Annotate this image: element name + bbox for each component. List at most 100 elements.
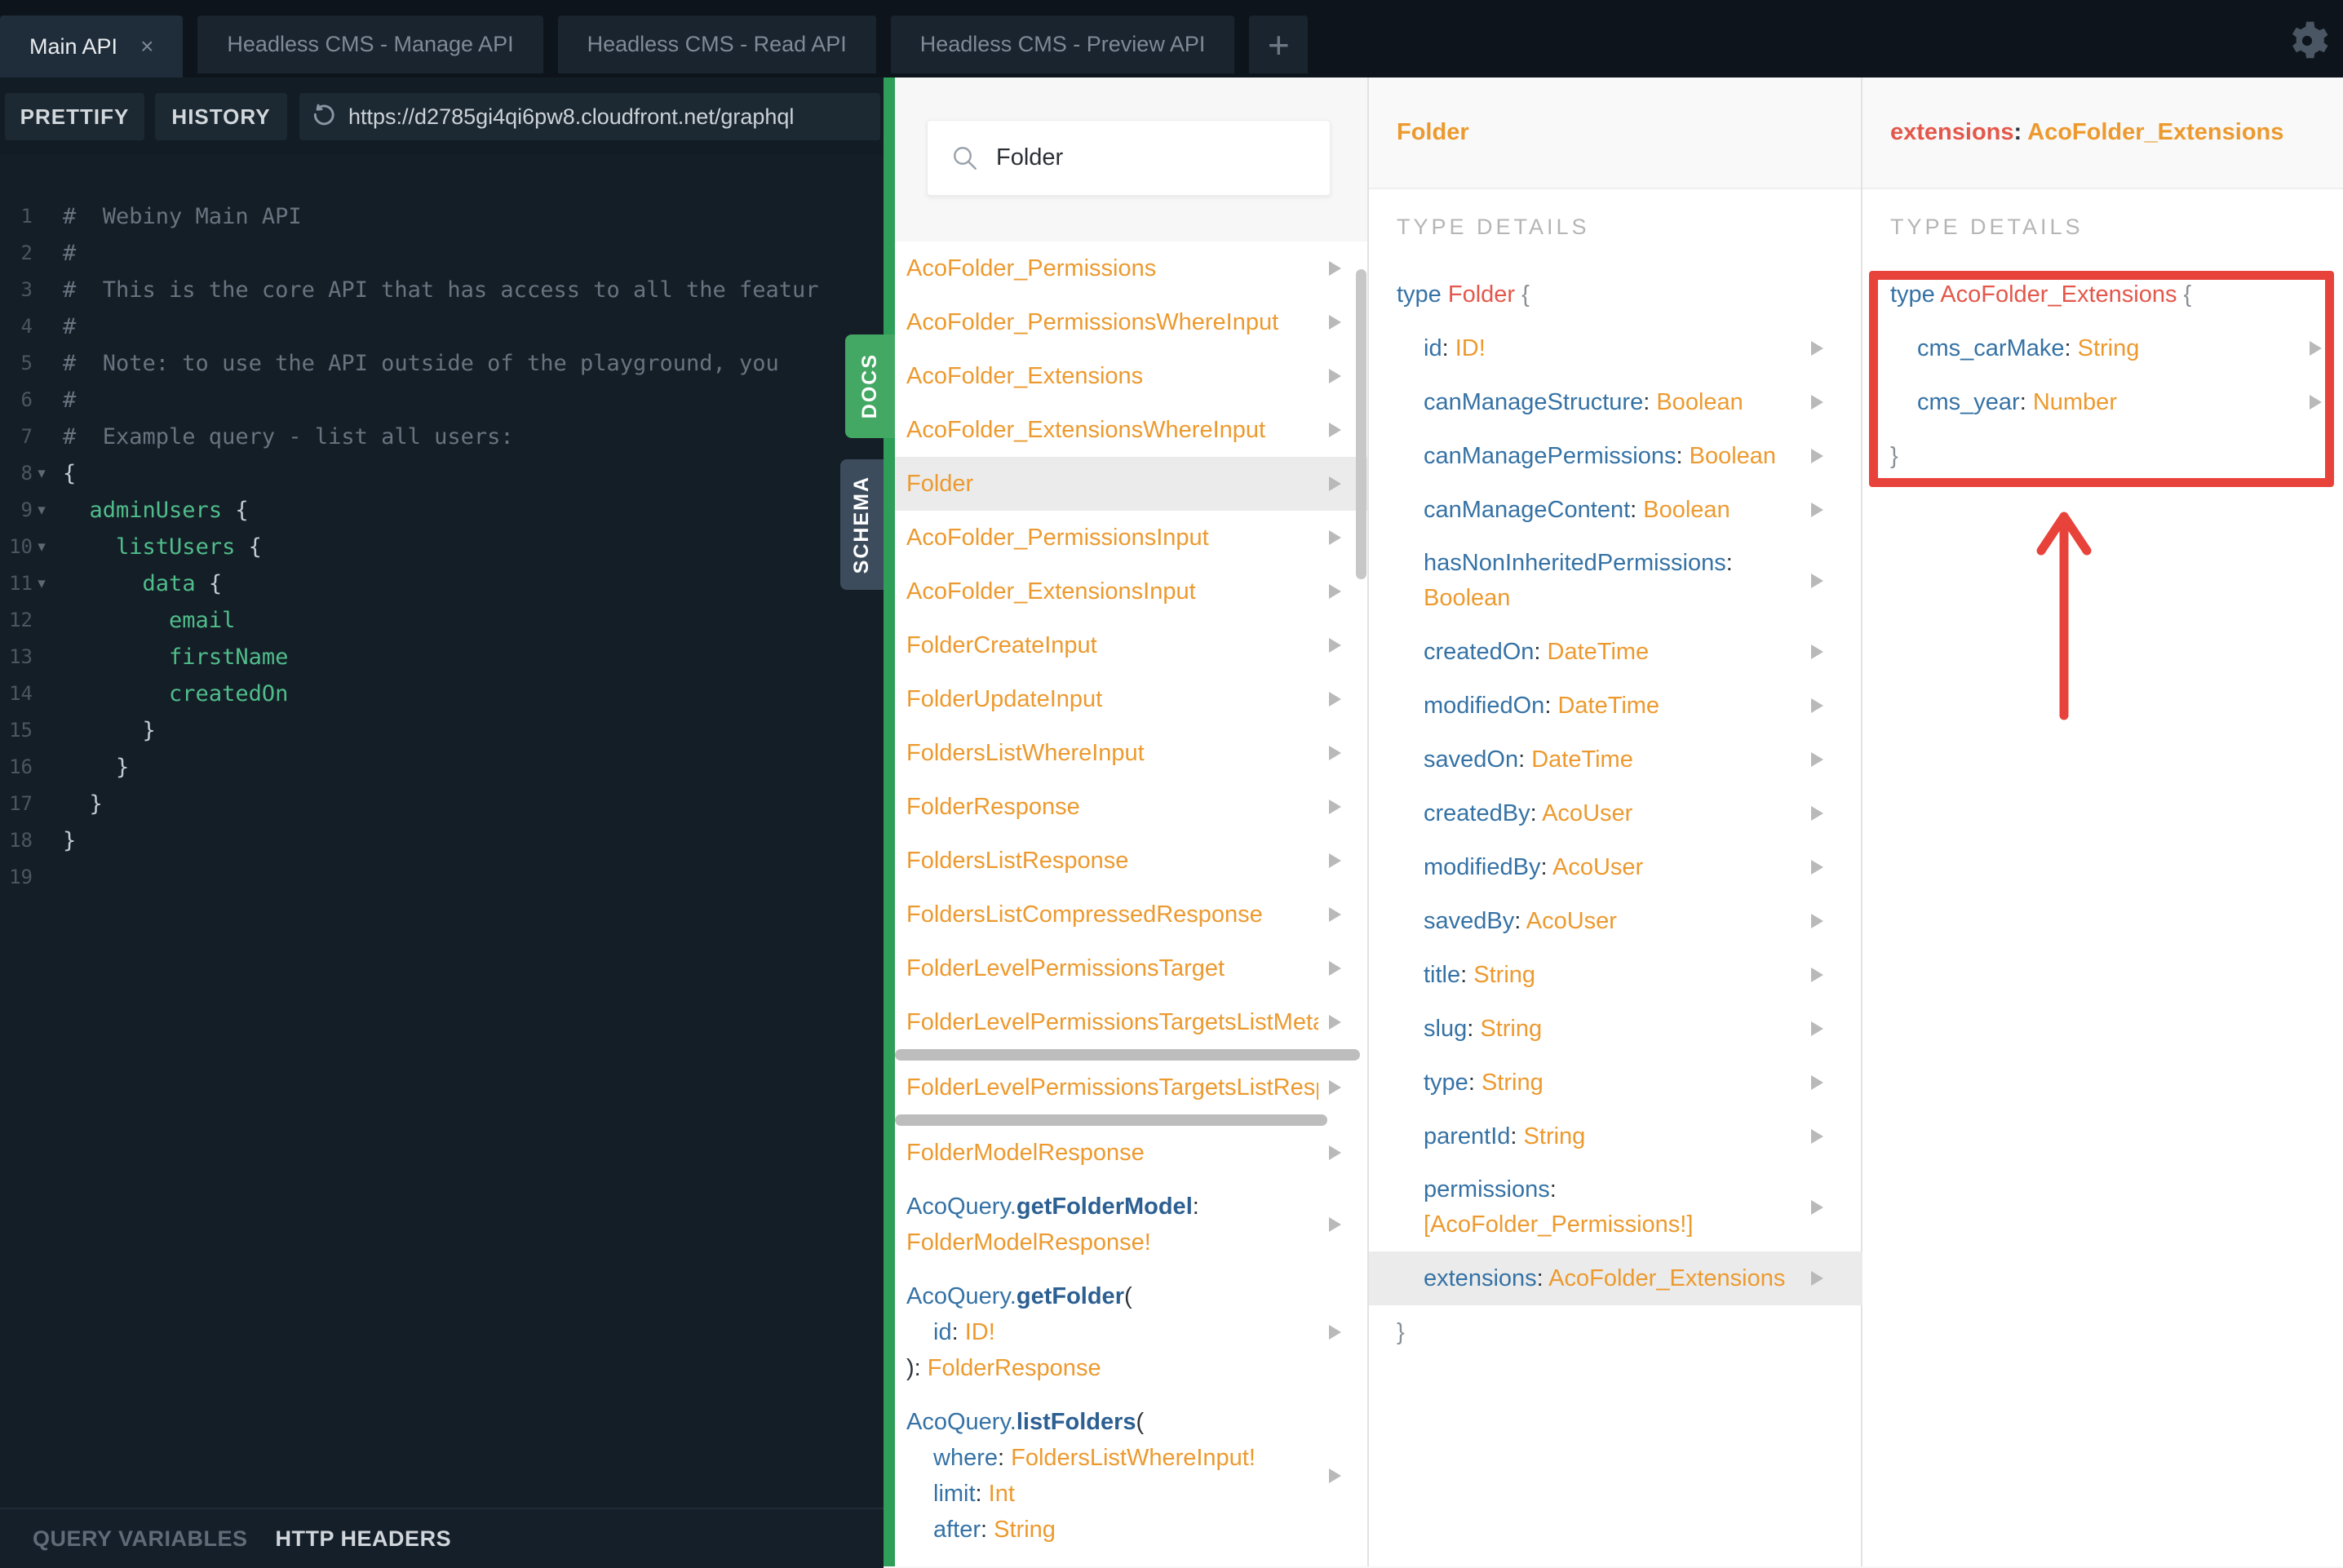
horizontal-scrollbar[interactable] (895, 1049, 1360, 1061)
editor-line: 3 # This is the core API that has access … (0, 272, 884, 308)
text-segment: : (1460, 962, 1474, 988)
type-field-row[interactable]: canManageStructure: Boolean (1369, 375, 1862, 429)
doc-list-item[interactable]: AcoFolder_Extensions (895, 349, 1367, 403)
expand-arrow-icon (1329, 907, 1341, 922)
doc-list-item[interactable]: FolderUpdateInput (895, 672, 1367, 726)
text-segment: savedOn (1424, 746, 1519, 773)
fold-arrow-icon[interactable]: ▾ (33, 529, 51, 565)
type-field-row[interactable]: type: String (1369, 1056, 1862, 1110)
type-field-row[interactable]: hasNonInheritedPermissions: Boolean (1369, 537, 1862, 625)
text-segment: # This is the core API that has access t… (63, 277, 819, 303)
doc-list-item[interactable]: AcoFolder_Permissions (895, 241, 1367, 295)
line-number: 18 (9, 829, 33, 852)
tab-label: Headless CMS - Read API (587, 32, 847, 56)
code-text: data { (51, 565, 884, 602)
schema-side-tab[interactable]: SCHEMA (840, 459, 884, 590)
doc-list-item[interactable]: AcoQuery.getFolderModel: FolderModelRespo… (895, 1180, 1367, 1269)
doc-list-item[interactable]: AcoFolder_ExtensionsInput (895, 565, 1367, 618)
api-tab-0[interactable]: Main API × (0, 16, 184, 78)
doc-item-line: AcoQuery.getFolder( (906, 1278, 1318, 1314)
api-tab-1[interactable]: Headless CMS - Manage API (197, 16, 543, 73)
docs-type-list: AcoFolder_Permissions AcoFolder_Permissio… (895, 241, 1367, 1566)
text-segment: : (1510, 1123, 1524, 1149)
fold-gutter (33, 235, 51, 272)
field-line: canManageStructure: Boolean (1397, 375, 1743, 429)
type-field-row[interactable]: createdOn: DateTime (1369, 625, 1862, 679)
doc-list-item[interactable]: FolderLevelPermissionsTargetsListMeta (895, 995, 1367, 1049)
field-line: createdOn: DateTime (1397, 625, 1649, 679)
doc-list-item[interactable]: AcoFolder_PermissionsWhereInput (895, 295, 1367, 349)
text-segment: : (1549, 1176, 1557, 1203)
api-tab-2[interactable]: Headless CMS - Read API (557, 16, 876, 73)
doc-list-item[interactable]: AcoQuery.listFolders(where: FoldersListW… (895, 1395, 1367, 1557)
doc-list-item[interactable]: FolderCreateInput (895, 618, 1367, 672)
history-button[interactable]: HISTORY (155, 93, 287, 140)
type-field-row[interactable]: canManageContent: Boolean (1369, 483, 1862, 537)
panel-drag-divider[interactable] (884, 78, 895, 1566)
text-segment (1442, 281, 1448, 308)
type-field-row[interactable]: cms_year: Number (1862, 375, 2343, 429)
doc-list-item[interactable]: AcoQuery.getFolder(id: ID!): FolderRespo… (895, 1269, 1367, 1395)
type-field-row[interactable]: permissions: [AcoFolder_Permissions!] (1369, 1163, 1862, 1251)
doc-list-item[interactable]: FolderResponse (895, 780, 1367, 834)
doc-list-item[interactable]: FolderModelResponse (895, 1126, 1367, 1180)
doc-list-item[interactable]: FoldersListWhereInput (895, 726, 1367, 780)
type-field-row[interactable]: id: ID! (1369, 321, 1862, 375)
api-tab-3[interactable]: Headless CMS - Preview API (890, 16, 1235, 73)
doc-list-item[interactable]: FolderLevelPermissionsTarget (895, 941, 1367, 995)
folder-type-fields: type Folder {id: ID! canManageStructure: … (1369, 268, 1862, 1359)
query-variables-tab[interactable]: QUERY VARIABLES (33, 1526, 248, 1552)
text-segment: FoldersListCompressedResponse (906, 901, 1263, 928)
doc-list-item[interactable]: AcoFolder_ExtensionsWhereInput (895, 403, 1367, 457)
docs-search-box[interactable] (927, 120, 1331, 196)
type-field-row[interactable]: parentId: String (1369, 1110, 1862, 1163)
fold-arrow-icon[interactable]: ▾ (33, 455, 51, 492)
text-segment: : (1643, 389, 1657, 415)
docs-search-input[interactable] (994, 144, 1308, 172)
type-field-row[interactable]: cms_carMake: String (1862, 321, 2343, 375)
type-field-row[interactable]: savedOn: DateTime (1369, 733, 1862, 786)
type-field-row[interactable]: slug: String (1369, 1002, 1862, 1056)
doc-list-item[interactable]: AcoFolder_PermissionsInput (895, 511, 1367, 565)
type-field-row[interactable]: createdBy: AcoUser (1369, 786, 1862, 840)
new-tab-button[interactable]: + (1249, 16, 1309, 73)
doc-list-item[interactable]: FoldersListCompressedResponse (895, 888, 1367, 941)
text-segment: # (63, 241, 77, 266)
text-segment: Folder (1447, 281, 1516, 308)
type-field-row[interactable]: modifiedBy: AcoUser (1369, 840, 1862, 894)
line-number: 12 (9, 609, 33, 631)
type-field-row: } (1369, 1305, 1862, 1359)
type-field-row[interactable]: title: String (1369, 948, 1862, 1002)
field-line: canManagePermissions: Boolean (1397, 429, 1776, 483)
query-editor[interactable]: 1 # Webiny Main API 2 #3 # This is the core … (0, 155, 884, 1508)
prettify-button[interactable]: PRETTIFY (5, 93, 144, 140)
settings-gear-icon[interactable] (2284, 18, 2330, 64)
http-headers-tab[interactable]: HTTP HEADERS (276, 1526, 452, 1552)
vertical-scrollbar[interactable] (1356, 269, 1366, 579)
expand-arrow-icon (1811, 860, 1823, 875)
doc-item-line: AcoFolder_PermissionsWhereInput (906, 295, 1278, 349)
editor-line: 9 ▾ adminUsers { (0, 492, 884, 529)
fold-arrow-icon[interactable]: ▾ (33, 565, 51, 602)
type-field-row[interactable]: savedBy: AcoUser (1369, 894, 1862, 948)
docs-side-tab[interactable]: DOCS (845, 334, 895, 438)
doc-list-item[interactable]: Folder (895, 457, 1367, 511)
endpoint-url-bar[interactable]: https://d2785gi4qi6pw8.cloudfront.net/gr… (299, 93, 880, 140)
close-tab-icon[interactable]: × (140, 16, 153, 78)
field-line: cms_year: Number (1890, 375, 2117, 429)
horizontal-scrollbar[interactable] (895, 1114, 1327, 1126)
doc-item-line: FolderLevelPermissionsTarget (906, 941, 1225, 995)
doc-list-item[interactable]: FolderLevelPermissionsTargetsListRespo (895, 1061, 1367, 1114)
text-segment: DateTime (1547, 639, 1650, 665)
fold-arrow-icon[interactable]: ▾ (33, 492, 51, 529)
expand-arrow-icon (1811, 341, 1823, 356)
text-segment: FoldersListWhereInput (906, 740, 1145, 766)
doc-list-item[interactable]: FoldersListResponse (895, 834, 1367, 888)
type-field-row[interactable]: extensions: AcoFolder_Extensions (1369, 1251, 1862, 1305)
expand-arrow-icon (1329, 1217, 1341, 1232)
type-field-row[interactable]: canManagePermissions: Boolean (1369, 429, 1862, 483)
text-segment: : (1192, 1194, 1199, 1220)
type-field-row[interactable]: modifiedOn: DateTime (1369, 679, 1862, 733)
type-details-label: TYPE DETAILS (1397, 215, 1590, 239)
